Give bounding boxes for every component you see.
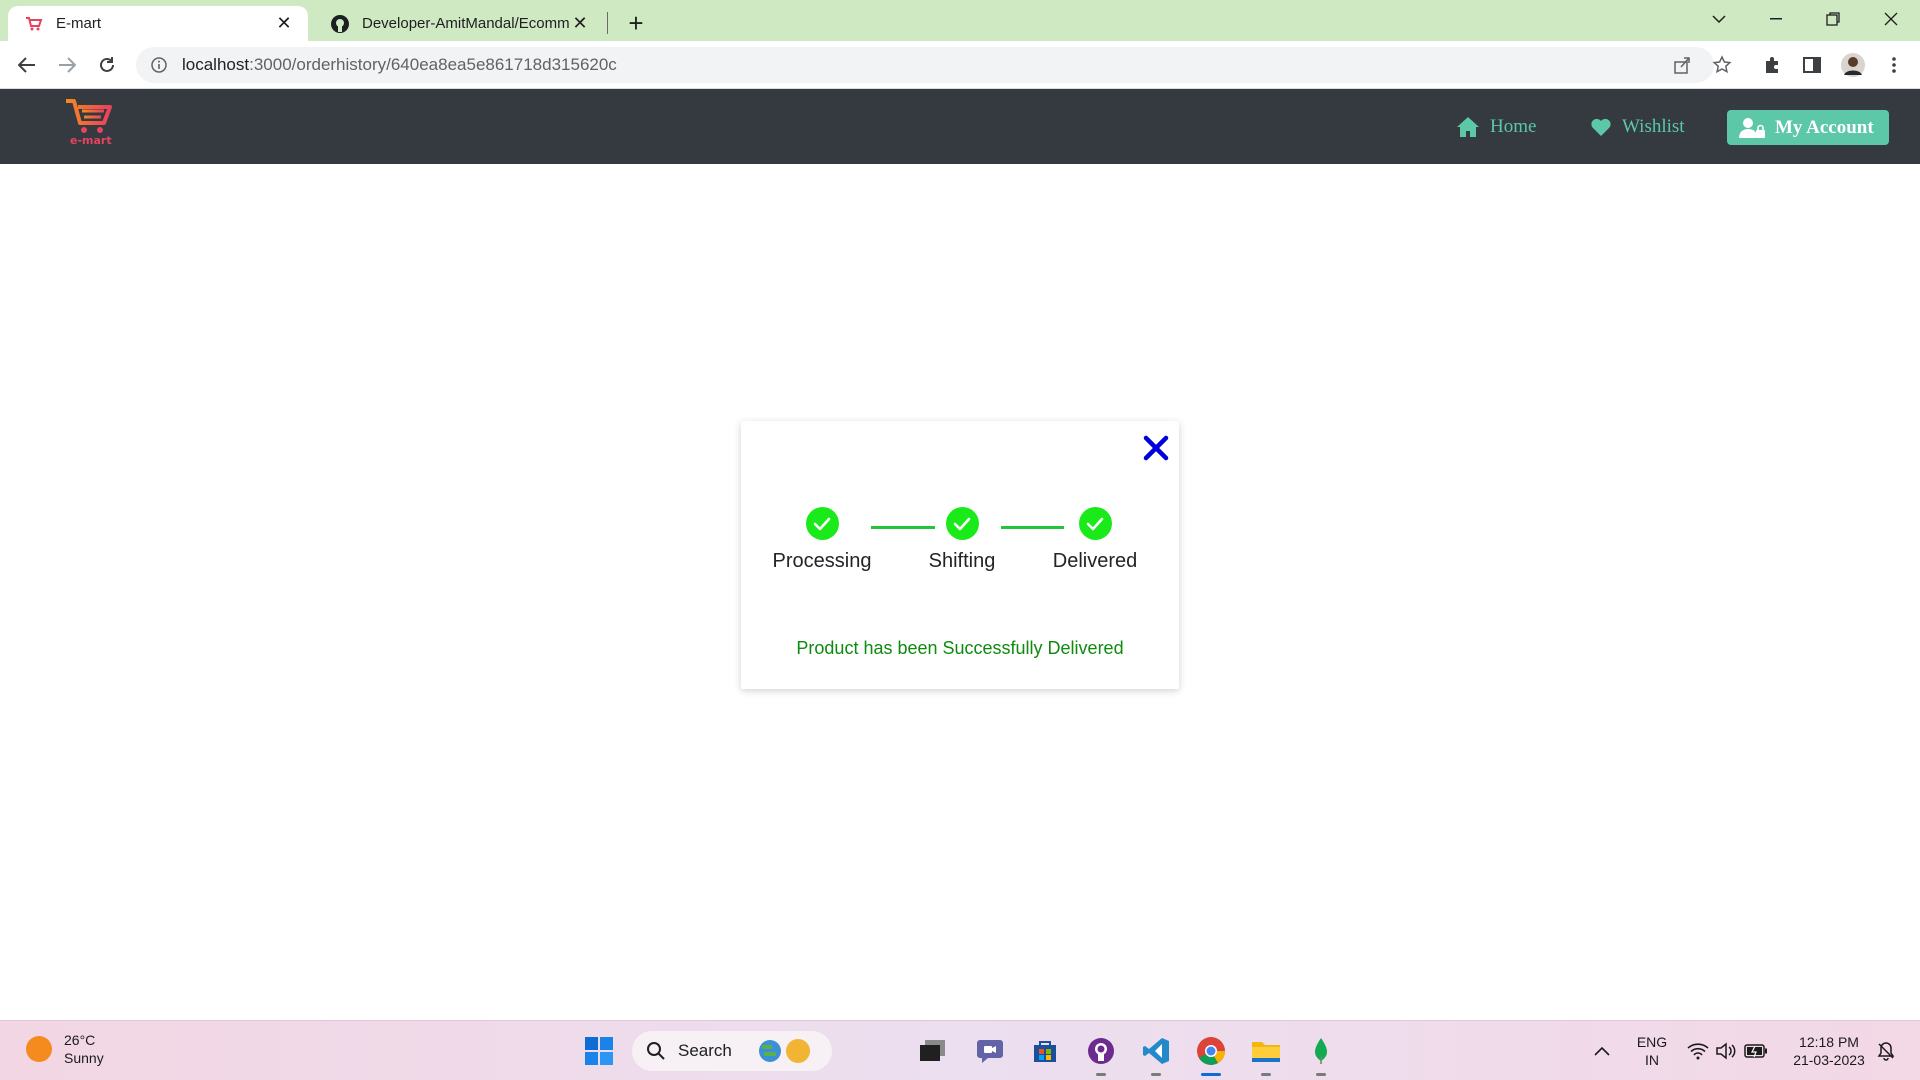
github-desktop-icon[interactable] — [1085, 1035, 1117, 1067]
bookmark-star-icon[interactable] — [1704, 47, 1740, 83]
notification-bell-icon[interactable] — [1870, 1035, 1902, 1067]
close-window-icon[interactable] — [1868, 0, 1914, 38]
region-code: IN — [1645, 1052, 1659, 1068]
profile-avatar[interactable] — [1837, 49, 1869, 81]
running-indicator — [1151, 1073, 1161, 1076]
my-account-button[interactable]: My Account — [1727, 110, 1889, 145]
running-indicator — [1261, 1073, 1271, 1076]
mongodb-compass-icon[interactable] — [1305, 1035, 1337, 1067]
close-modal-icon[interactable] — [1139, 431, 1173, 465]
url-host: localhost — [182, 55, 250, 74]
running-indicator — [1316, 1073, 1326, 1076]
close-tab-icon[interactable]: ✕ — [570, 13, 590, 34]
chrome-menu-icon[interactable] — [1878, 49, 1910, 81]
step-label: Delivered — [1052, 550, 1138, 572]
cart-favicon-icon — [24, 14, 44, 34]
battery-charging-icon[interactable] — [1740, 1035, 1772, 1067]
chrome-icon[interactable] — [1195, 1035, 1227, 1067]
minimize-icon[interactable] — [1753, 0, 1799, 38]
weather-temp: 26°C — [64, 1032, 96, 1048]
new-tab-icon[interactable]: + — [622, 8, 650, 38]
step-processing: Processing — [762, 507, 882, 573]
tab-title: E-mart — [56, 15, 101, 32]
side-panel-icon[interactable] — [1796, 49, 1828, 81]
forward-arrow-icon[interactable] — [51, 49, 83, 81]
order-tracking-modal: Processing Shifting Delivered Product ha… — [741, 421, 1179, 689]
nav-home-label: Home — [1490, 116, 1537, 137]
step-delivered: Delivered — [1035, 507, 1155, 573]
tab-emart[interactable]: E-mart ✕ — [8, 6, 308, 41]
site-info-icon[interactable] — [150, 56, 168, 74]
volume-icon[interactable] — [1710, 1035, 1742, 1067]
share-icon[interactable] — [1664, 47, 1700, 83]
tab-search-chevron-icon[interactable] — [1696, 0, 1742, 38]
step-label: Shifting — [928, 550, 996, 572]
taskbar-search[interactable]: Search — [632, 1031, 832, 1071]
show-hidden-icons-chevron-icon[interactable] — [1586, 1035, 1618, 1067]
teams-chat-icon[interactable] — [974, 1035, 1006, 1067]
site-navbar: e-mart Home Wishlist My Account — [0, 89, 1920, 164]
tab-title: Developer-AmitMandal/Ecomme — [362, 15, 570, 32]
running-indicator — [1096, 1073, 1106, 1076]
nav-wishlist-link[interactable]: Wishlist — [1590, 110, 1685, 144]
heart-icon — [1591, 118, 1611, 136]
url-path: :3000/orderhistory/640ea8ea5e861718d3156… — [249, 55, 617, 74]
language-indicator[interactable]: ENG IN — [1632, 1033, 1672, 1069]
clock-date: 21-03-2023 — [1793, 1052, 1865, 1068]
clock[interactable]: 12:18 PM 21-03-2023 — [1784, 1033, 1874, 1069]
check-icon — [805, 507, 839, 540]
reload-icon[interactable] — [91, 49, 123, 81]
taskbar-search-label: Search — [678, 1041, 732, 1060]
step-shifting: Shifting — [902, 507, 1022, 573]
file-explorer-icon[interactable] — [1250, 1035, 1282, 1067]
search-highlight-icon — [759, 1039, 810, 1063]
nav-home-link[interactable]: Home — [1456, 110, 1536, 144]
microsoft-store-icon[interactable] — [1029, 1035, 1061, 1067]
browser-tab-strip: E-mart ✕ Developer-AmitMandal/Ecomme ✕ + — [0, 0, 1920, 41]
extensions-puzzle-icon[interactable] — [1756, 49, 1788, 81]
check-icon — [945, 507, 979, 540]
home-icon — [1457, 117, 1479, 137]
task-view-icon[interactable] — [917, 1035, 949, 1067]
language-code: ENG — [1636, 1034, 1668, 1050]
nav-wishlist-label: Wishlist — [1622, 116, 1685, 137]
github-favicon-icon — [330, 14, 350, 34]
close-tab-icon[interactable]: ✕ — [274, 13, 294, 34]
tab-github[interactable]: Developer-AmitMandal/Ecomme ✕ — [314, 6, 604, 41]
vscode-icon[interactable] — [1140, 1035, 1172, 1067]
sun-icon — [26, 1036, 52, 1062]
logo-text: e-mart — [70, 134, 112, 147]
weather-widget[interactable]: 26°C Sunny — [26, 1031, 104, 1067]
windows-start-icon[interactable] — [583, 1035, 615, 1067]
tab-separator — [607, 12, 608, 34]
search-icon — [647, 1042, 665, 1060]
active-app-indicator — [1201, 1073, 1221, 1076]
my-account-label: My Account — [1775, 116, 1874, 138]
weather-desc: Sunny — [64, 1050, 104, 1066]
check-icon — [1078, 507, 1112, 540]
windows-taskbar: 26°C Sunny Search ENG IN 12:18 PM 21-03-… — [0, 1020, 1920, 1080]
restore-icon[interactable] — [1810, 0, 1856, 38]
clock-time: 12:18 PM — [1799, 1034, 1859, 1050]
step-label: Processing — [772, 550, 872, 572]
address-bar[interactable]: localhost:3000/orderhistory/640ea8ea5e86… — [136, 47, 1714, 83]
user-lock-icon — [1739, 117, 1765, 138]
delivery-status-message: Product has been Successfully Delivered — [796, 638, 1124, 658]
back-arrow-icon[interactable] — [11, 49, 43, 81]
browser-toolbar: localhost:3000/orderhistory/640ea8ea5e86… — [0, 41, 1920, 89]
url-text: localhost:3000/orderhistory/640ea8ea5e86… — [182, 55, 617, 75]
